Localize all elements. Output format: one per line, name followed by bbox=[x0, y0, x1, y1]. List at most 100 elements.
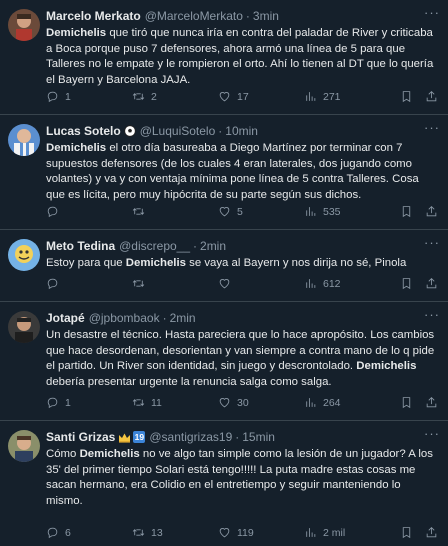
author-handle[interactable]: @discrepo__ bbox=[119, 239, 190, 253]
bookmark-icon[interactable] bbox=[400, 277, 413, 290]
bookmark-icon[interactable] bbox=[400, 205, 413, 218]
tweet-actions: 1 2 17 271 bbox=[46, 83, 440, 110]
tweet[interactable]: ··· Santi Grizas 19 @santigrizas19 · 15m… bbox=[0, 421, 448, 546]
like-button[interactable]: 5 bbox=[218, 205, 304, 218]
retweet-button[interactable]: 11 bbox=[132, 396, 218, 409]
like-icon bbox=[218, 205, 231, 218]
tweet-text: Demichelis el otro día basureaba a Diego… bbox=[46, 141, 440, 203]
author-name[interactable]: Lucas Sotelo bbox=[46, 124, 121, 138]
timestamp[interactable]: 2min bbox=[170, 311, 196, 325]
retweet-count: 13 bbox=[151, 526, 163, 539]
view-count: 612 bbox=[323, 277, 341, 290]
reply-button[interactable] bbox=[46, 205, 132, 218]
avatar[interactable] bbox=[8, 239, 40, 271]
author-handle[interactable]: @santigrizas19 bbox=[149, 430, 232, 444]
text-segment: Demichelis bbox=[125, 257, 186, 269]
avatar[interactable] bbox=[8, 311, 40, 343]
retweet-icon bbox=[132, 526, 145, 539]
reply-icon bbox=[46, 90, 59, 103]
like-button[interactable]: 30 bbox=[218, 396, 304, 409]
text-segment: se vaya al Bayern y nos dirija no sé, Pi… bbox=[185, 257, 407, 269]
author-handle[interactable]: @MarceloMerkato bbox=[145, 9, 243, 23]
like-icon bbox=[218, 396, 231, 409]
more-options-icon[interactable]: ··· bbox=[424, 235, 440, 250]
retweet-button[interactable]: 13 bbox=[132, 526, 218, 539]
views-icon bbox=[304, 277, 317, 290]
bookmark-icon[interactable] bbox=[400, 526, 413, 539]
avatar[interactable] bbox=[8, 124, 40, 156]
separator-dot: · bbox=[245, 9, 250, 23]
avatar[interactable] bbox=[8, 9, 40, 41]
views-button[interactable]: 535 bbox=[304, 205, 384, 218]
soccer-ball-icon bbox=[123, 125, 136, 137]
more-options-icon[interactable]: ··· bbox=[424, 426, 440, 441]
author-name[interactable]: Meto Tedina bbox=[46, 239, 115, 253]
retweet-icon bbox=[132, 205, 145, 218]
reply-button[interactable]: 1 bbox=[46, 90, 132, 103]
timestamp[interactable]: 2min bbox=[200, 239, 226, 253]
views-button[interactable]: 2 mil bbox=[304, 526, 384, 539]
text-segment: Demichelis bbox=[356, 360, 417, 373]
timestamp[interactable]: 15min bbox=[242, 430, 275, 444]
views-button[interactable]: 264 bbox=[304, 396, 384, 409]
text-segment: Cómo bbox=[46, 448, 80, 460]
views-button[interactable]: 271 bbox=[304, 90, 384, 103]
more-options-icon[interactable]: ··· bbox=[424, 5, 440, 20]
reply-icon bbox=[46, 277, 59, 290]
retweet-button[interactable]: 2 bbox=[132, 90, 218, 103]
share-icon[interactable] bbox=[425, 205, 438, 218]
share-icon[interactable] bbox=[425, 396, 438, 409]
retweet-count: 11 bbox=[151, 396, 162, 409]
timestamp[interactable]: 3min bbox=[253, 9, 279, 23]
like-button[interactable] bbox=[218, 277, 304, 290]
tweet-text: Cómo Demichelis no ve algo tan simple co… bbox=[46, 447, 440, 509]
tweet-header: Jotapé @jpbombaok · 2min bbox=[46, 310, 440, 326]
retweet-icon bbox=[132, 90, 145, 103]
tweet-actions: 612 bbox=[46, 270, 440, 297]
like-button[interactable]: 17 bbox=[218, 90, 304, 103]
retweet-icon bbox=[132, 277, 145, 290]
author-name[interactable]: Jotapé bbox=[46, 311, 85, 325]
like-icon bbox=[218, 90, 231, 103]
reply-button[interactable] bbox=[46, 277, 132, 290]
reply-count: 1 bbox=[65, 396, 71, 409]
tweet-header: Santi Grizas 19 @santigrizas19 · 15min bbox=[46, 429, 440, 445]
tweet-header: Meto Tedina @discrepo__ · 2min bbox=[46, 238, 440, 254]
views-icon bbox=[304, 526, 317, 539]
tweet[interactable]: ··· Jotapé @jpbombaok · 2min Un desastre… bbox=[0, 302, 448, 421]
reply-button[interactable]: 6 bbox=[46, 526, 132, 539]
text-segment: debería presentar urgente la renuncia sa… bbox=[46, 375, 332, 388]
bookmark-icon[interactable] bbox=[400, 396, 413, 409]
author-name[interactable]: Marcelo Merkato bbox=[46, 9, 141, 23]
tweet-feed: ··· Marcelo Merkato @MarceloMerkato · 3m… bbox=[0, 0, 448, 546]
tweet[interactable]: ··· Marcelo Merkato @MarceloMerkato · 3m… bbox=[0, 0, 448, 115]
reply-button[interactable]: 1 bbox=[46, 396, 132, 409]
share-icon[interactable] bbox=[425, 277, 438, 290]
retweet-count: 2 bbox=[151, 90, 157, 103]
views-button[interactable]: 612 bbox=[304, 277, 384, 290]
tweet[interactable]: ··· Meto Tedina @discrepo__ · 2min Estoy… bbox=[0, 230, 448, 302]
text-segment: Estoy para que bbox=[46, 257, 126, 269]
like-button[interactable]: 119 bbox=[218, 526, 304, 539]
view-count: 535 bbox=[323, 205, 341, 218]
share-icon[interactable] bbox=[425, 526, 438, 539]
more-options-icon[interactable]: ··· bbox=[424, 307, 440, 322]
tweet-actions: 6 13 119 2 mil bbox=[46, 519, 440, 546]
retweet-button[interactable] bbox=[132, 205, 218, 218]
like-icon bbox=[218, 526, 231, 539]
view-count: 264 bbox=[323, 396, 341, 409]
retweet-button[interactable] bbox=[132, 277, 218, 290]
more-options-icon[interactable]: ··· bbox=[424, 120, 440, 135]
text-segment: Demichelis bbox=[79, 448, 140, 460]
avatar[interactable] bbox=[8, 430, 40, 462]
timestamp[interactable]: 10min bbox=[225, 124, 258, 138]
author-handle[interactable]: @LuquiSotelo bbox=[140, 124, 216, 138]
share-icon[interactable] bbox=[425, 90, 438, 103]
author-name[interactable]: Santi Grizas bbox=[46, 430, 115, 444]
author-handle[interactable]: @jpbombaok bbox=[89, 311, 160, 325]
view-count: 271 bbox=[323, 90, 341, 103]
bookmark-icon[interactable] bbox=[400, 90, 413, 103]
separator-dot: · bbox=[218, 124, 223, 138]
number-badge: 19 bbox=[133, 431, 146, 443]
tweet[interactable]: ··· Lucas Sotelo @LuquiSotelo · 10min De… bbox=[0, 115, 448, 230]
